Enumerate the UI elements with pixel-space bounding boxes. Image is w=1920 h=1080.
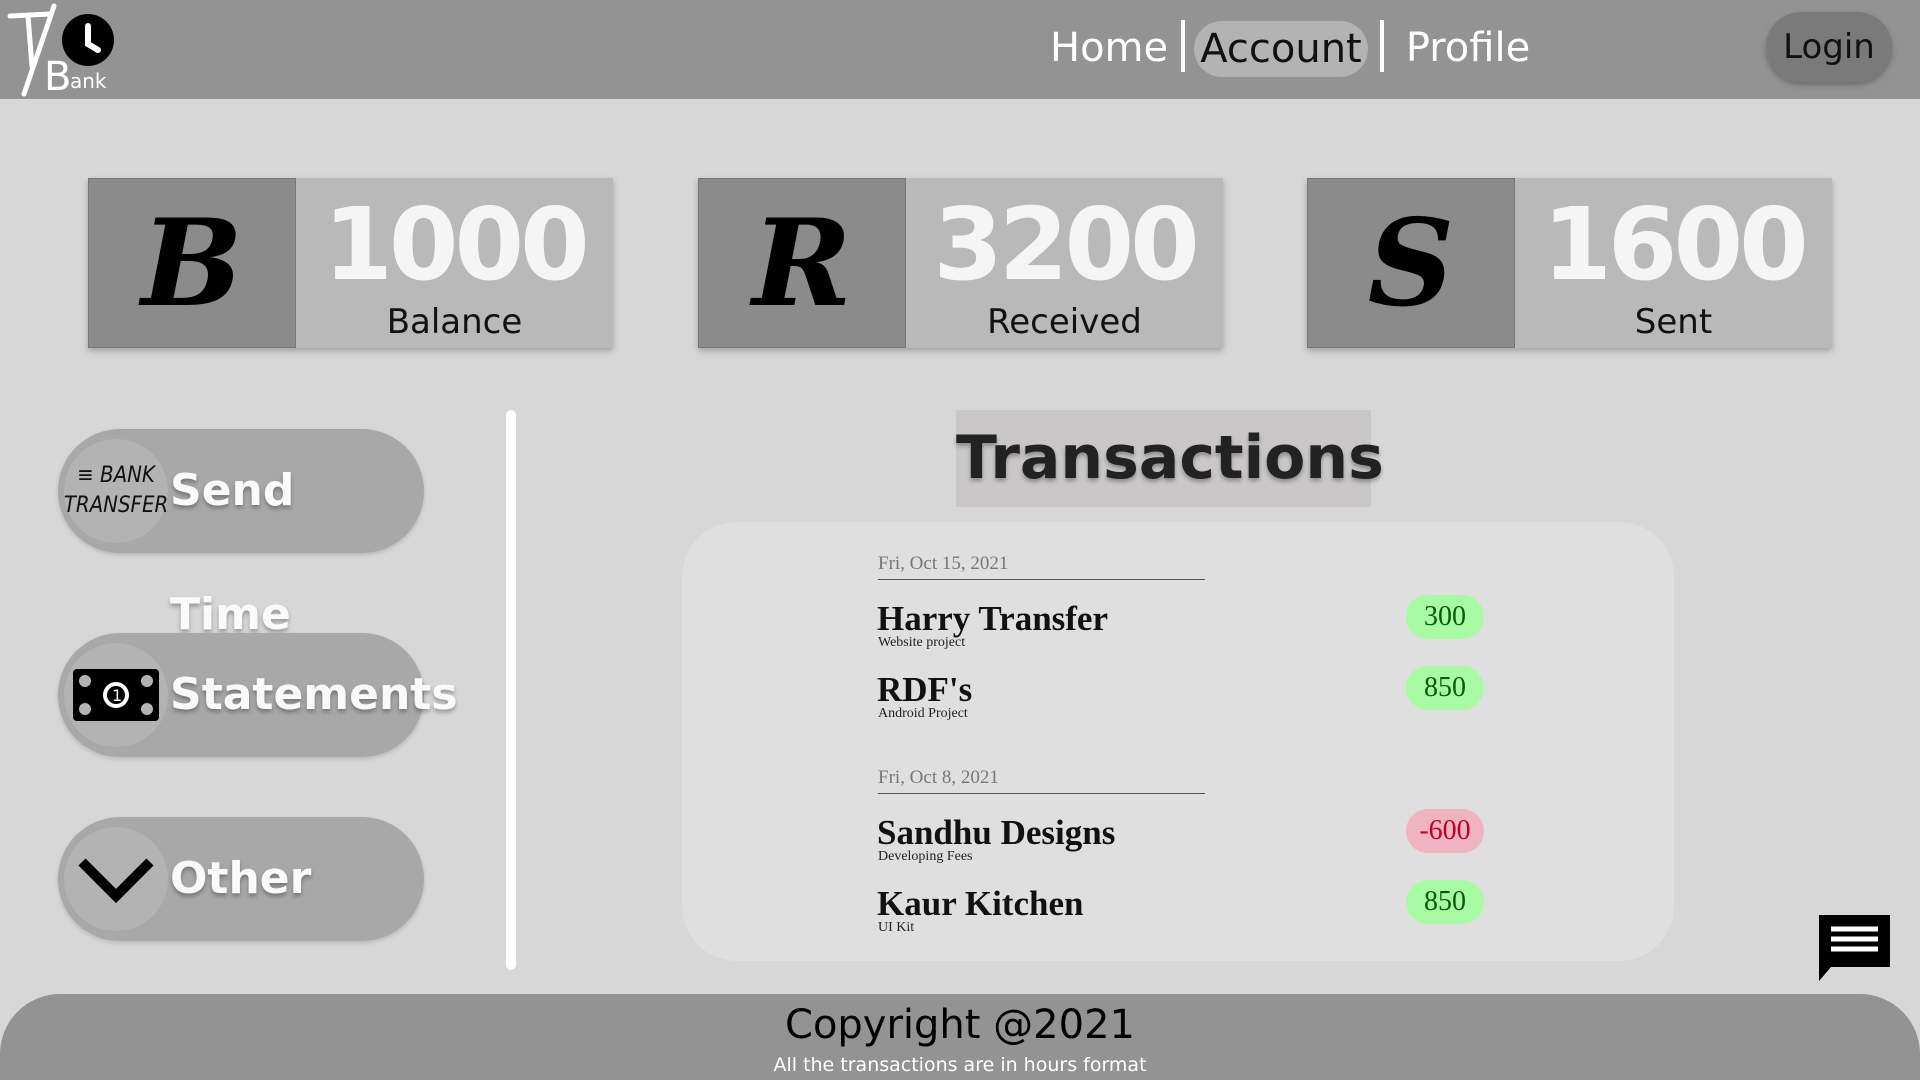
bank-transfer-icon: ≡ BANK TRANSFER xyxy=(64,439,168,543)
logo[interactable]: B ank xyxy=(4,2,116,100)
sent-icon: S xyxy=(1307,178,1515,348)
transaction-name[interactable]: RDF's xyxy=(877,672,972,708)
logo-clock-icon: B ank xyxy=(7,3,114,100)
login-button[interactable]: Login xyxy=(1766,12,1892,82)
nav-divider xyxy=(1380,20,1384,72)
nav-home[interactable]: Home xyxy=(1050,18,1168,78)
transactions-panel xyxy=(682,522,1674,961)
transaction-name[interactable]: Harry Transfer xyxy=(877,601,1108,637)
footer: Copyright @2021 All the transactions are… xyxy=(0,994,1920,1080)
nav-account[interactable]: Account xyxy=(1194,21,1368,77)
send-time-button[interactable]: ≡ BANK TRANSFER Send Time xyxy=(58,429,424,640)
transaction-desc: Android Project xyxy=(878,706,968,721)
banknote-icon: 1 xyxy=(64,643,168,747)
date-header: Fri, Oct 15, 2021 xyxy=(878,553,1205,580)
copyright-text: Copyright @2021 xyxy=(785,1002,1135,1048)
transaction-name[interactable]: Kaur Kitchen xyxy=(877,886,1083,922)
transaction-desc: Developing Fees xyxy=(878,849,973,864)
other-label: Other xyxy=(170,853,312,904)
svg-text:B: B xyxy=(44,54,71,98)
statements-button[interactable]: 1 Statements xyxy=(58,633,458,757)
nav-profile[interactable]: Profile xyxy=(1398,18,1538,78)
sent-value: 1600 xyxy=(1542,186,1808,303)
sent-card: S 1600 Sent xyxy=(1307,178,1832,348)
chat-icon[interactable] xyxy=(1817,913,1892,981)
vertical-divider xyxy=(506,410,516,970)
balance-card: B 1000 Balance xyxy=(88,178,613,348)
received-icon: R xyxy=(698,178,906,348)
other-button[interactable]: Other xyxy=(58,817,424,941)
transactions-title: Transactions xyxy=(956,410,1384,507)
footer-note: All the transactions are in hours format xyxy=(773,1054,1147,1076)
transaction-desc: UI Kit xyxy=(878,920,915,935)
balance-value: 1000 xyxy=(323,186,589,303)
svg-text:1: 1 xyxy=(112,686,122,705)
transaction-amount: 850 xyxy=(1406,880,1484,924)
received-card: R 3200 Received xyxy=(698,178,1223,348)
date-header: Fri, Oct 8, 2021 xyxy=(878,767,1205,794)
transaction-amount: -600 xyxy=(1406,809,1484,853)
chevron-down-icon xyxy=(64,827,168,931)
balance-icon: B xyxy=(88,178,296,348)
statements-label: Statements xyxy=(170,669,458,720)
transaction-amount: 300 xyxy=(1406,595,1484,639)
sent-label: Sent xyxy=(1634,302,1713,342)
transaction-amount: 850 xyxy=(1406,666,1484,710)
received-value: 3200 xyxy=(933,186,1199,303)
nav-divider xyxy=(1181,20,1185,72)
received-label: Received xyxy=(987,302,1142,342)
transaction-name[interactable]: Sandhu Designs xyxy=(877,815,1115,851)
header: B ank Home Account Profile Login xyxy=(0,0,1920,100)
balance-label: Balance xyxy=(386,302,523,342)
transaction-desc: Website project xyxy=(878,635,966,650)
svg-text:ank: ank xyxy=(70,69,107,93)
